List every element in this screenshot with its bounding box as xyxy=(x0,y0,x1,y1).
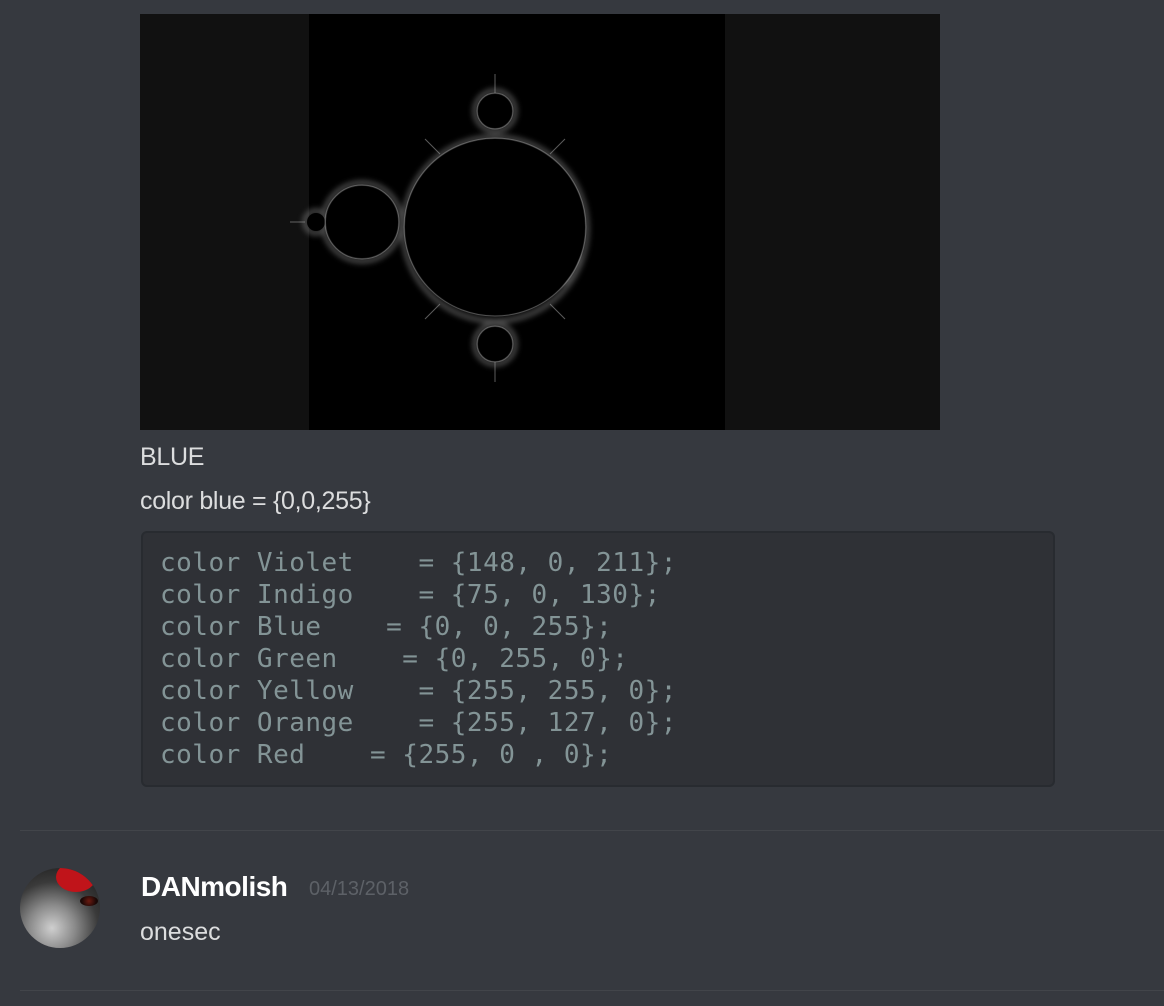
message-divider xyxy=(20,990,1164,991)
avatar[interactable] xyxy=(20,868,100,948)
message-divider xyxy=(20,830,1164,831)
code-line: color Blue = {0, 0, 255}; xyxy=(160,612,613,642)
code-line: color Yellow = {255, 255, 0}; xyxy=(160,676,677,706)
code-line: color Violet = {148, 0, 211}; xyxy=(160,548,677,578)
message-timestamp: 04/13/2018 xyxy=(309,878,410,900)
mandelbrot-image xyxy=(290,74,590,382)
message-content: onesec xyxy=(140,918,221,946)
message-line-color-blue: color blue = {0,0,255} xyxy=(140,487,371,515)
avatar-eye xyxy=(80,896,98,906)
chat-view: BLUE color blue = {0,0,255} color Violet… xyxy=(0,0,1164,1006)
message-line-blue: BLUE xyxy=(140,443,205,471)
avatar-image xyxy=(56,868,96,892)
image-attachment[interactable] xyxy=(140,14,940,430)
code-line: color Indigo = {75, 0, 130}; xyxy=(160,580,661,610)
username[interactable]: DANmolish xyxy=(141,870,288,904)
code-block: color Violet = {148, 0, 211}; color Indi… xyxy=(141,531,1055,787)
code-line: color Green = {0, 255, 0}; xyxy=(160,644,629,674)
code-line: color Orange = {255, 127, 0}; xyxy=(160,708,677,738)
code-line: color Red = {255, 0 , 0}; xyxy=(160,740,613,770)
